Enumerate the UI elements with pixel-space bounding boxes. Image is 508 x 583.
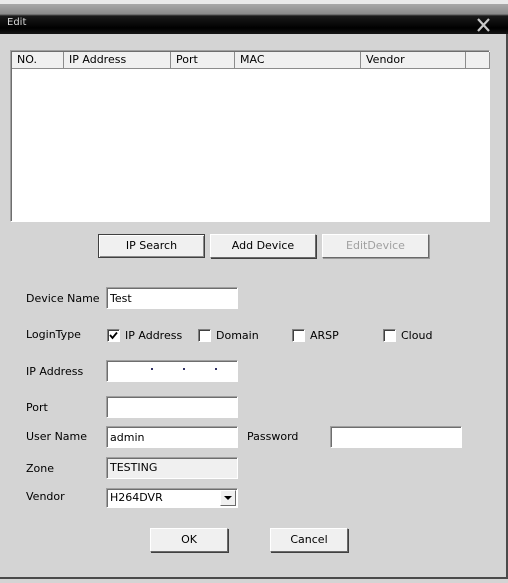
port-input[interactable] — [106, 396, 238, 418]
vendor-dropdown[interactable]: H264DVR — [106, 488, 238, 508]
ip-octet-separator — [215, 368, 217, 370]
checkbox-label: Domain — [216, 329, 259, 342]
window-bottom-border — [0, 577, 508, 583]
ok-button[interactable]: OK — [150, 528, 228, 552]
login-type-ip-address-checkbox[interactable]: IP Address — [107, 329, 182, 342]
user-name-input[interactable] — [106, 426, 238, 448]
ip-address-label: IP Address — [26, 365, 84, 378]
device-list-header: NO. IP Address Port MAC Vendor — [12, 52, 490, 69]
edit-device-button[interactable]: EditDevice — [322, 234, 429, 258]
vendor-label: Vendor — [26, 490, 65, 503]
cancel-button[interactable]: Cancel — [270, 528, 348, 552]
login-type-domain-checkbox[interactable]: Domain — [198, 329, 259, 342]
column-header-mac[interactable]: MAC — [235, 52, 361, 69]
login-type-label: LoginType — [26, 328, 81, 341]
password-input[interactable] — [330, 426, 462, 448]
port-label: Port — [26, 401, 48, 414]
dropdown-button[interactable] — [220, 490, 236, 506]
device-name-input[interactable] — [106, 287, 238, 309]
zone-label: Zone — [26, 462, 55, 475]
login-type-arsp-checkbox[interactable]: ARSP — [292, 329, 339, 342]
column-header-vendor[interactable]: Vendor — [361, 52, 466, 69]
checkbox-label: ARSP — [310, 329, 339, 342]
close-button[interactable] — [474, 16, 494, 34]
vendor-selected-value: H264DVR — [110, 491, 163, 504]
checkbox-label: Cloud — [401, 329, 433, 342]
device-list[interactable]: NO. IP Address Port MAC Vendor — [10, 50, 490, 222]
zone-field: TESTING — [106, 457, 238, 479]
chevron-down-icon — [224, 496, 232, 500]
column-header-extra[interactable] — [466, 52, 490, 69]
ip-octet-separator — [183, 368, 185, 370]
dialog-title: Edit — [7, 17, 27, 28]
column-header-no[interactable]: NO. — [12, 52, 64, 69]
ip-octet-separator — [151, 368, 153, 370]
add-device-button[interactable]: Add Device — [210, 234, 316, 258]
device-name-label: Device Name — [26, 292, 100, 305]
checkmark-icon — [109, 331, 118, 340]
checkbox-box[interactable] — [198, 329, 211, 342]
password-label: Password — [247, 430, 299, 443]
checkbox-box[interactable] — [292, 329, 305, 342]
title-bar[interactable]: Edit — [0, 4, 508, 34]
ip-address-input[interactable] — [106, 360, 238, 382]
ip-search-button[interactable]: IP Search — [98, 234, 205, 258]
checkbox-box[interactable] — [383, 329, 396, 342]
column-header-ip-address[interactable]: IP Address — [64, 52, 171, 69]
user-name-label: User Name — [26, 430, 88, 443]
login-type-cloud-checkbox[interactable]: Cloud — [383, 329, 432, 342]
column-header-port[interactable]: Port — [171, 52, 235, 69]
edit-dialog: Edit NO. IP Address Port MAC Vendor IP S… — [0, 0, 508, 583]
checkbox-label: IP Address — [125, 329, 183, 342]
checkbox-box[interactable] — [107, 329, 120, 342]
close-x-icon — [477, 18, 490, 32]
